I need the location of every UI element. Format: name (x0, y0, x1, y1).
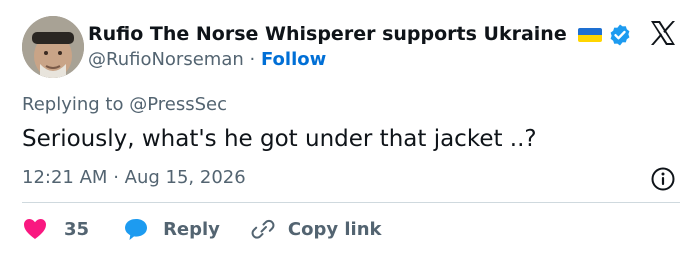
copy-link-button[interactable]: Copy link (250, 217, 382, 241)
tweet-timestamp[interactable]: 12:21 AM · Aug 15, 2026 (22, 166, 246, 190)
author-handle-row: @RufioNorseman · Follow (88, 48, 326, 72)
timestamp-separator: · (113, 167, 119, 188)
link-icon (251, 219, 275, 239)
heart-icon (24, 219, 46, 239)
tweet-time: 12:21 AM (22, 167, 108, 188)
divider (22, 202, 680, 203)
ukraine-flag-icon (578, 28, 602, 42)
verified-badge-icon (610, 24, 630, 46)
avatar-photo (22, 16, 84, 78)
copy-link-label: Copy link (287, 218, 382, 240)
reply-bubble-icon (125, 219, 148, 240)
handle-separator: · (249, 49, 256, 70)
tweet-text: Seriously, what's he got under that jack… (22, 126, 537, 152)
replying-to-label: Replying to @PressSec (22, 94, 227, 115)
reply-label: Reply (163, 218, 220, 240)
follow-button[interactable]: Follow (261, 49, 326, 70)
author-handle[interactable]: @RufioNorseman (88, 49, 244, 70)
like-count: 35 (64, 218, 90, 240)
avatar[interactable] (22, 16, 84, 78)
info-icon[interactable] (650, 166, 676, 192)
tweet-date: Aug 15, 2026 (124, 167, 246, 188)
like-button[interactable]: 35 (22, 217, 89, 241)
reply-button[interactable]: Reply (123, 217, 220, 241)
x-logo-icon[interactable] (648, 18, 678, 48)
author-display-name[interactable]: Rufio The Norse Whisperer supports Ukrai… (88, 22, 567, 46)
action-bar: 35 Reply Copy link (22, 212, 382, 246)
tweet-card: Rufio The Norse Whisperer supports Ukrai… (0, 0, 700, 256)
